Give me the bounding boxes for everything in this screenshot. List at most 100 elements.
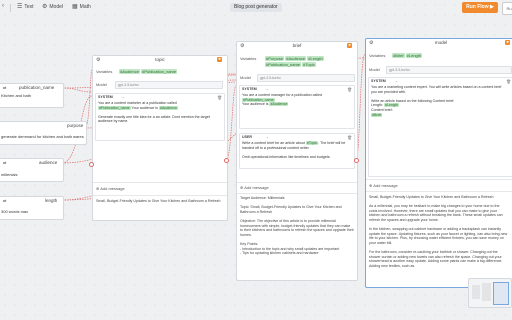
input-node-title: publication_name: [19, 85, 55, 90]
message-text: Your audience is: [131, 105, 158, 110]
output-port[interactable]: [354, 158, 359, 163]
variables-label: Variables: [369, 53, 386, 58]
variable-chip: #Audience: [285, 56, 307, 61]
trash-icon[interactable]: 🗑: [506, 79, 511, 84]
toolbar-math-label: Math: [79, 3, 91, 10]
minimap-viewport[interactable]: [493, 282, 509, 305]
panel-divider: [366, 191, 512, 192]
panel-title: brief: [292, 43, 302, 48]
input-node-audience[interactable]: ⇄ audience millenials: [0, 158, 64, 182]
message-role: USER: [242, 135, 252, 139]
document-title[interactable]: Blog post generator: [230, 3, 282, 12]
panel-output: Small, Budget-Friendly Updates to Give Y…: [369, 195, 508, 268]
add-message-button[interactable]: ⊕ Add message: [240, 185, 269, 190]
trash-icon[interactable]: 🗑: [347, 135, 352, 140]
variable-chip: #Publication_name: [242, 97, 275, 102]
input-node-title: purpose: [67, 123, 84, 128]
model-label: Model: [96, 82, 107, 87]
system-message[interactable]: SYSTEM ⌄ 🗑 You are a marketing content e…: [368, 77, 512, 177]
model-label: Model: [240, 75, 251, 80]
panel-divider: [93, 195, 227, 196]
node-panel-model[interactable]: ⚙ model ■ Variables #Brief #Length Model…: [365, 38, 512, 288]
chevron-left-icon: ‹: [2, 3, 4, 9]
minimap[interactable]: [468, 278, 512, 308]
message-text: You are a marketing content expert. You …: [371, 85, 502, 94]
message-text: Content brief:: [371, 107, 393, 112]
add-message-button[interactable]: ⊕ Add message: [96, 186, 125, 191]
input-node-length[interactable]: ⇄ length 300 words max: [0, 196, 64, 220]
add-message-label: Add message: [373, 183, 398, 188]
panel-divider: [237, 182, 357, 183]
model-select[interactable]: gpt-3.5-turbo: [257, 74, 355, 82]
variables-label: Variables: [240, 56, 257, 61]
model-select[interactable]: gpt-3.5-turbo: [386, 66, 512, 74]
node-panel-topic[interactable]: ⚙ topic ■ Variables #Audience #Publicati…: [92, 55, 228, 221]
text-icon: ☰: [17, 4, 23, 10]
toolbar-text-button[interactable]: ☰ Text: [17, 3, 34, 11]
node-menu-icon[interactable]: ■: [217, 57, 222, 62]
variable-chip: #Audience: [119, 69, 140, 74]
add-message-label: Add message: [100, 186, 125, 191]
panel-divider: [93, 182, 227, 183]
model-select[interactable]: gpt-3.5-turbo: [115, 81, 223, 89]
message-body[interactable]: You are a marketing content expert. You …: [371, 85, 507, 117]
message-body[interactable]: You are a content manager for a publicat…: [242, 93, 348, 107]
variable-chip: #Brief: [371, 112, 383, 117]
variable-chip: #Purpose: [265, 56, 285, 61]
user-message[interactable]: USER ⌄ 🗑 Write a content brief for an ar…: [239, 133, 355, 169]
node-menu-icon[interactable]: ■: [347, 43, 352, 48]
variable-chip: #Publication_name: [265, 61, 302, 67]
variables-label: Variables: [96, 69, 113, 74]
message-text: Length:: [371, 103, 383, 108]
input-node-value: generate demmand for kitchen and bath wa…: [1, 134, 84, 139]
node-panel-brief[interactable]: ⚙ brief ■ Variables #Purpose #Audience #…: [236, 41, 358, 281]
variable-chip: #Audience: [158, 105, 178, 110]
back-button[interactable]: ‹: [2, 3, 4, 9]
variables-row: #Purpose #Audience #Length #Publication_…: [265, 56, 353, 67]
system-message[interactable]: SYSTEM ⌄ 🗑 You are a content manager for…: [239, 85, 355, 129]
variable-chip: #Publication_name: [98, 105, 131, 110]
toolbar-math-button[interactable]: ▦ Math: [72, 3, 91, 11]
output-port[interactable]: [224, 158, 229, 163]
trash-icon[interactable]: 🗑: [347, 87, 352, 92]
chevron-down-icon[interactable]: ⌄: [395, 79, 398, 83]
trash-icon[interactable]: 🗑: [217, 95, 222, 100]
secondary-run-button[interactable]: Ru: [502, 2, 512, 15]
variable-chip: #Length: [307, 56, 324, 61]
input-node-purpose[interactable]: purpose generate demmand for kitchen and…: [0, 121, 87, 145]
output-port[interactable]: [89, 162, 94, 167]
wire-publication-topic: [61, 87, 93, 93]
model-icon: ⚙: [42, 4, 48, 10]
input-node-value: Kitchen and bath: [1, 93, 32, 98]
variable-chip: #Topic: [302, 61, 316, 67]
panel-divider: [237, 193, 357, 194]
panel-output: Target Audience: Millennials Topic: Smal…: [240, 196, 354, 256]
panel-title: topic: [155, 57, 165, 62]
text-node-icon: ⇄: [3, 85, 7, 90]
panel-title: model: [434, 40, 448, 45]
toolbar-text-label: Text: [24, 3, 34, 10]
toolbar-model-button[interactable]: ⚙ Model: [42, 3, 63, 11]
chevron-down-icon[interactable]: ⌄: [266, 87, 269, 91]
variable-chip: #Topic: [305, 141, 319, 145]
message-text: Your audience is: [242, 102, 269, 107]
message-role: SYSTEM: [242, 87, 257, 91]
chevron-down-icon[interactable]: ⌄: [122, 95, 125, 99]
input-node-value: millenials: [1, 172, 18, 177]
input-node-value: 300 words max: [1, 209, 29, 214]
system-message[interactable]: SYSTEM ⌄ 🗑 You are a content marketer at…: [95, 93, 225, 141]
message-body[interactable]: Write a content brief for an article abo…: [242, 141, 348, 159]
message-text: You are a content manager for a publicat…: [242, 93, 322, 97]
input-node-publication-name[interactable]: ⇄ publication_name Kitchen and bath: [0, 83, 64, 108]
variable-chip: #Length: [384, 103, 399, 108]
message-text: Write a content brief for an article abo…: [242, 141, 305, 145]
chevron-down-icon[interactable]: ⌄: [266, 135, 269, 139]
add-message-button[interactable]: ⊕ Add message: [369, 183, 398, 188]
wire-audience-topic: [84, 69, 93, 129]
variable-chip: #Audience: [269, 102, 289, 107]
run-flow-button[interactable]: Run Flow ▶: [462, 2, 498, 13]
message-body[interactable]: You are a content marketer at a publicat…: [98, 101, 218, 124]
minimap-panel: [472, 285, 480, 299]
node-menu-icon[interactable]: ■: [505, 40, 510, 45]
panel-output: Small, Budget-Friendly Updates to Give Y…: [96, 199, 221, 203]
